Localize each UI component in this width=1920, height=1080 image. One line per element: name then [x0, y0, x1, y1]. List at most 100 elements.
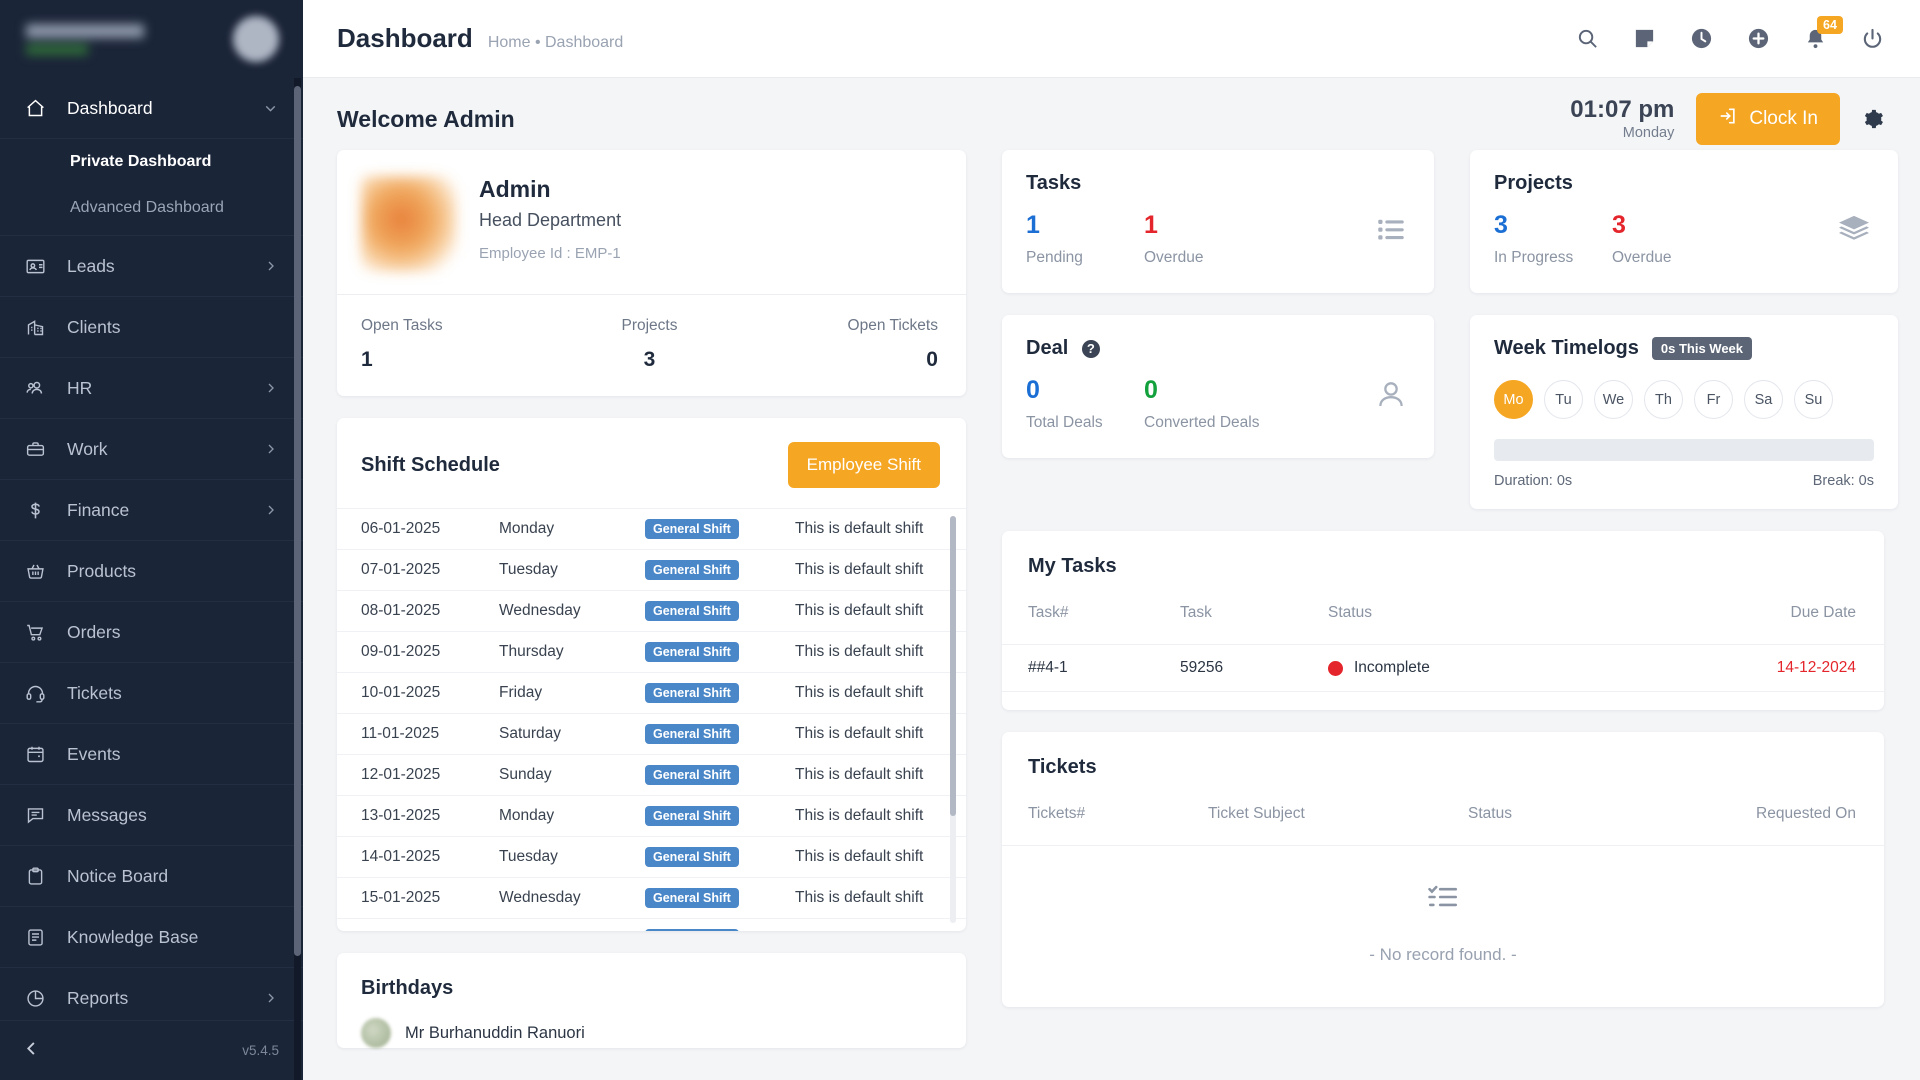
sidebar-item-knowledge-base[interactable]: Knowledge Base: [0, 907, 303, 968]
dashboard-grid: Admin Head Department Employee Id : EMP-…: [337, 150, 1898, 1070]
shift-date: 06-01-2025: [361, 520, 441, 537]
avatar[interactable]: [233, 16, 279, 62]
clock-in-button[interactable]: Clock In: [1696, 93, 1840, 145]
home-icon: [22, 98, 48, 119]
day-mo[interactable]: Mo: [1494, 380, 1533, 419]
metric-label: Converted Deals: [1144, 414, 1260, 431]
sidebar-item-label: Messages: [67, 804, 147, 825]
deal-title-text: Deal: [1026, 337, 1069, 359]
week-total-badge: 0s This Week: [1651, 337, 1753, 360]
day-th[interactable]: Th: [1644, 380, 1683, 419]
status-badge: General Shift: [645, 806, 739, 826]
sidebar-item-hr[interactable]: HR: [0, 358, 303, 419]
profile-photo: [361, 176, 457, 272]
shift-date: 12-01-2025: [361, 766, 441, 783]
sidebar-item-leads[interactable]: Leads: [0, 236, 303, 297]
book-icon: [22, 927, 48, 948]
welcome-title: Welcome Admin: [337, 105, 515, 132]
sidebar-item-messages[interactable]: Messages: [0, 785, 303, 846]
help-icon[interactable]: ?: [1081, 339, 1100, 358]
shift-day: Monday: [499, 520, 555, 537]
table-row[interactable]: 13-01-2025 Monday General Shift This is …: [337, 795, 966, 836]
day-tu[interactable]: Tu: [1544, 380, 1583, 419]
page-title: Dashboard: [337, 23, 473, 53]
sidebar-item-notice-board[interactable]: Notice Board: [0, 846, 303, 907]
tickets-header: Tickets: [1002, 732, 1884, 797]
day-fr[interactable]: Fr: [1694, 380, 1733, 419]
task-due-date: 14-12-2024: [1776, 659, 1856, 676]
chevron-left-icon[interactable]: [22, 1039, 41, 1062]
users-icon: [22, 377, 48, 399]
task-number: ##4-1: [1028, 659, 1068, 676]
day-we[interactable]: We: [1594, 380, 1633, 419]
sidebar-item-products[interactable]: Products: [0, 541, 303, 602]
shift-badge-cell: General Shift: [645, 929, 795, 931]
metric-value: 3: [1612, 211, 1626, 239]
sidebar-item-tickets[interactable]: Tickets: [0, 663, 303, 724]
list-icon: [1374, 212, 1408, 251]
clock-icon[interactable]: [1690, 27, 1713, 50]
note-icon[interactable]: [1633, 27, 1656, 50]
table-row[interactable]: 12-01-2025 Sunday General Shift This is …: [337, 754, 966, 795]
sidebar-item-label: Orders: [67, 621, 121, 642]
table-row[interactable]: ##4-1 59256 Incomplete 14-12-2024: [1002, 644, 1884, 692]
chevron-right-icon: [263, 502, 279, 518]
stat-open-tickets: Open Tickets 0: [746, 317, 938, 372]
layers-icon: [1836, 212, 1872, 253]
sidebar-item-orders[interactable]: Orders: [0, 602, 303, 663]
sidebar-scrollbar-thumb[interactable]: [294, 86, 301, 956]
table-row[interactable]: 16-01-2025 Thursday General Shift This i…: [337, 918, 966, 931]
table-row[interactable]: 07-01-2025 Tuesday General Shift This is…: [337, 549, 966, 590]
stat-projects: Projects 3: [553, 317, 745, 372]
shift-date: 11-01-2025: [361, 725, 440, 742]
list-item[interactable]: Mr Burhanuddin Ranuori: [337, 1018, 966, 1048]
bell-icon[interactable]: 64: [1804, 16, 1843, 50]
profile-header: Admin Head Department Employee Id : EMP-…: [337, 150, 966, 294]
headset-icon: [22, 683, 48, 704]
metric-overdue: 3 Overdue: [1612, 211, 1730, 267]
shift-badge-cell: General Shift: [645, 847, 795, 867]
sidebar-brand[interactable]: [0, 0, 303, 78]
table-row[interactable]: 08-01-2025 Wednesday General Shift This …: [337, 590, 966, 631]
sidebar-item-clients[interactable]: Clients: [0, 297, 303, 358]
day-su[interactable]: Su: [1794, 380, 1833, 419]
table-row[interactable]: 09-01-2025 Thursday General Shift This i…: [337, 631, 966, 672]
my-tasks-title: My Tasks: [1028, 555, 1117, 577]
tickets-card: Tickets Tickets# Ticket Subject Status R…: [1002, 732, 1884, 1007]
shift-day: Wednesday: [499, 889, 581, 906]
metric-label: Total Deals: [1026, 414, 1103, 431]
sidebar-item-events[interactable]: Events: [0, 724, 303, 785]
shift-date: 15-01-2025: [361, 889, 441, 906]
app-root: Dashboard Private Dashboard Advanced Das…: [0, 0, 1920, 1080]
day-sa[interactable]: Sa: [1744, 380, 1783, 419]
table-row[interactable]: 11-01-2025 Saturday General Shift This i…: [337, 713, 966, 754]
table-row[interactable]: 15-01-2025 Wednesday General Shift This …: [337, 877, 966, 918]
shift-schedule-title: Shift Schedule: [361, 453, 500, 476]
employee-shift-button[interactable]: Employee Shift: [787, 442, 940, 488]
dollar-icon: [22, 500, 48, 521]
search-icon[interactable]: [1576, 27, 1599, 50]
table-row[interactable]: 06-01-2025 Monday General Shift This is …: [337, 508, 966, 549]
table-row[interactable]: 10-01-2025 Friday General Shift This is …: [337, 672, 966, 713]
metric-label: In Progress: [1494, 249, 1574, 266]
sidebar-item-reports[interactable]: Reports: [0, 968, 303, 1020]
sidebar-item-private-dashboard[interactable]: Private Dashboard: [0, 139, 303, 185]
shift-scrollbar-thumb[interactable]: [950, 516, 956, 816]
sidebar-item-finance[interactable]: Finance: [0, 480, 303, 541]
metric-pending: 1 Pending: [1026, 211, 1144, 267]
birthday-person-name: Mr Burhanuddin Ranuori: [405, 1023, 585, 1042]
profile-department: Head Department: [479, 210, 622, 230]
sidebar-item-dashboard[interactable]: Dashboard: [0, 78, 303, 139]
power-icon[interactable]: [1861, 27, 1884, 50]
empty-message: - No record found. -: [1369, 945, 1517, 964]
shift-schedule-body[interactable]: 06-01-2025 Monday General Shift This is …: [337, 508, 966, 931]
sidebar-item-advanced-dashboard[interactable]: Advanced Dashboard: [0, 185, 303, 231]
profile-employee-id: Employee Id : EMP-1: [479, 245, 621, 262]
break-label: Break: 0s: [1812, 473, 1874, 489]
gear-icon[interactable]: [1862, 108, 1884, 130]
sidebar-item-work[interactable]: Work: [0, 419, 303, 480]
table-row[interactable]: 14-01-2025 Tuesday General Shift This is…: [337, 836, 966, 877]
plus-circle-icon[interactable]: [1747, 27, 1770, 50]
breadcrumb: Home • Dashboard: [487, 34, 624, 51]
sidebar: Dashboard Private Dashboard Advanced Das…: [0, 0, 303, 1080]
